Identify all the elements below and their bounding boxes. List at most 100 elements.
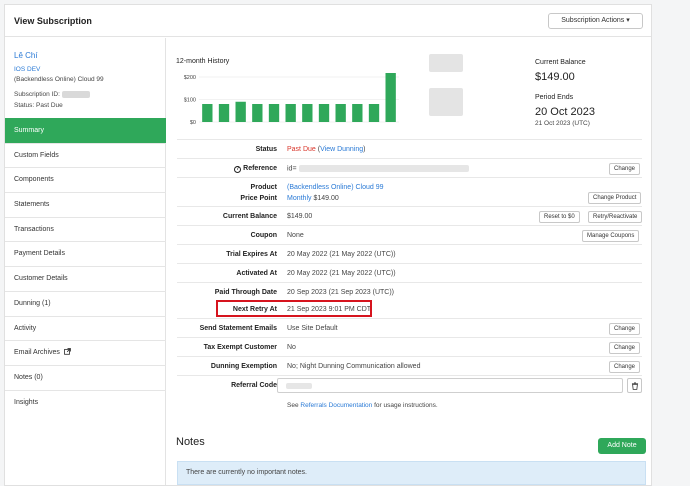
delete-referral-button[interactable] — [627, 378, 642, 393]
referrals-documentation-link[interactable]: Referrals Documentation — [300, 402, 372, 409]
notes-empty-message: There are currently no important notes. — [177, 461, 646, 485]
subscription-id: Subscription ID: — [14, 91, 90, 98]
reference-value-group: id= — [287, 165, 469, 172]
referral-code-label: Referral Code — [231, 382, 277, 389]
product-link[interactable]: (Backendless Online) Cloud 99 — [287, 184, 384, 191]
current-balance-value: $149.00 — [535, 71, 575, 83]
chart-tick-label: $200 — [184, 75, 196, 81]
status-value: Past Due — [287, 146, 316, 153]
sidebar-item-customer-details[interactable]: Customer Details — [5, 266, 166, 291]
product-label: Product — [250, 184, 277, 191]
chart-bar — [318, 104, 330, 122]
sidebar-item-label: Insights — [14, 398, 39, 406]
reference-change-button[interactable]: Change — [609, 163, 641, 175]
customer-plan: (Backendless Online) Cloud 99 — [14, 76, 104, 83]
page-title: View Subscription — [14, 16, 92, 26]
page-header: View Subscription Subscription Actions ▾ — [5, 5, 651, 37]
help-icon[interactable]: ? — [234, 166, 242, 173]
redacted-block — [429, 88, 463, 116]
sidebar-item-activity[interactable]: Activity — [5, 315, 166, 341]
change-product-button[interactable]: Change Product — [588, 192, 642, 204]
notes-title: Notes — [176, 436, 205, 448]
chart-bar — [285, 104, 296, 122]
subscription-status: Status: Past Due — [14, 102, 63, 109]
tax-exempt-value: No — [287, 344, 296, 351]
view-dunning-link[interactable]: View Dunning — [320, 146, 363, 153]
detail-row-coupon: Coupon None Manage Coupons — [177, 225, 642, 244]
sidebar-item-summary[interactable]: Summary — [5, 118, 166, 143]
reference-label-group: ? Reference — [234, 165, 277, 173]
chart-bar — [385, 73, 396, 122]
referral-hint-pre: See — [287, 402, 299, 409]
dunning-exemption-value: No; Night Dunning Communication allowed — [287, 363, 421, 370]
referral-code-input[interactable] — [277, 378, 623, 393]
current-balance-row-label: Current Balance — [222, 213, 277, 220]
chart-bar — [202, 104, 213, 122]
statement-emails-label: Send Statement Emails — [199, 325, 277, 332]
price-point-value-group: Monthly $149.00 — [287, 195, 339, 202]
retry-reactivate-button[interactable]: Retry/Reactivate — [588, 211, 643, 223]
sidebar-item-label: Transactions — [14, 225, 54, 233]
trial-expires-value: 20 May 2022 (21 May 2022 (UTC)) — [287, 251, 396, 258]
sidebar-nav: Summary Custom Fields Components Stateme… — [5, 118, 166, 414]
sidebar-item-email-archives[interactable]: Email Archives — [5, 340, 166, 365]
sidebar: Lê Chí IOS DEV (Backendless Online) Clou… — [5, 38, 166, 485]
sidebar-item-statements[interactable]: Statements — [5, 192, 166, 217]
history-title: 12-month History — [176, 58, 230, 65]
subscription-actions-button[interactable]: Subscription Actions ▾ — [548, 13, 643, 29]
chart-bar — [368, 104, 380, 122]
coupon-value: None — [287, 232, 304, 239]
trial-expires-label: Trial Expires At — [226, 251, 277, 258]
dunning-exemption-change-button[interactable]: Change — [609, 361, 641, 373]
manage-coupons-button[interactable]: Manage Coupons — [582, 230, 640, 242]
period-ends-utc: 21 Oct 2023 (UTC) — [535, 120, 590, 127]
period-ends-label: Period Ends — [535, 94, 574, 101]
detail-row-current-balance: Current Balance $149.00 Reset to $0 Retr… — [177, 206, 643, 225]
sidebar-item-label: Custom Fields — [14, 151, 59, 159]
sidebar-item-dunning[interactable]: Dunning (1) — [5, 290, 166, 316]
chart-bar — [335, 104, 346, 122]
sidebar-item-label: Customer Details — [14, 275, 68, 283]
sidebar-item-label: Notes (0) — [14, 373, 43, 381]
activated-label: Activated At — [236, 270, 277, 277]
sidebar-item-payment-details[interactable]: Payment Details — [5, 241, 166, 266]
add-note-button[interactable]: Add Note — [598, 438, 646, 454]
price-point-label: Price Point — [240, 195, 277, 202]
customer-name-link[interactable]: Lê Chí — [14, 51, 38, 60]
sidebar-item-custom-fields[interactable]: Custom Fields — [5, 142, 166, 168]
reference-label: Reference — [243, 165, 277, 172]
tax-exempt-change-button[interactable]: Change — [609, 342, 641, 354]
chart-bar — [218, 104, 230, 122]
redacted-reference — [298, 165, 469, 172]
sidebar-item-label: Activity — [14, 324, 37, 332]
statement-emails-change-button[interactable]: Change — [609, 323, 641, 335]
paid-through-value: 20 Sep 2023 (21 Sep 2023 (UTC)) — [287, 289, 395, 296]
price-point-link[interactable]: Monthly — [287, 195, 312, 202]
coupon-label: Coupon — [250, 232, 277, 239]
external-link-icon — [63, 348, 71, 355]
sidebar-item-components[interactable]: Components — [5, 167, 166, 192]
sidebar-item-label: Payment Details — [14, 250, 65, 258]
detail-row-trial-expires: Trial Expires At 20 May 2022 (21 May 202… — [177, 244, 642, 263]
reference-value: id= — [287, 165, 297, 173]
status-value-group: Past Due (View Dunning) — [287, 146, 366, 153]
sidebar-item-insights[interactable]: Insights — [5, 389, 166, 415]
chart-bar — [268, 104, 280, 122]
highlight-box — [216, 300, 372, 317]
current-balance-label: Current Balance — [535, 59, 586, 66]
sidebar-item-transactions[interactable]: Transactions — [5, 216, 166, 242]
subscription-panel: View Subscription Subscription Actions ▾… — [4, 4, 652, 486]
trash-icon — [631, 382, 639, 390]
tax-exempt-label: Tax Exempt Customer — [203, 344, 277, 351]
chart-bar — [302, 104, 313, 122]
sidebar-item-notes[interactable]: Notes (0) — [5, 364, 166, 390]
sidebar-item-label: Email Archives — [14, 349, 60, 357]
chart-bar — [352, 104, 363, 122]
customer-org-link[interactable]: IOS DEV — [14, 66, 40, 73]
chart-tick-label: $100 — [184, 98, 196, 104]
reset-balance-button[interactable]: Reset to $0 — [539, 211, 580, 223]
detail-row-paid-through: Paid Through Date 20 Sep 2023 (21 Sep 20… — [177, 282, 642, 301]
dunning-exemption-label: Dunning Exemption — [210, 363, 277, 370]
detail-row-product: Product (Backendless Online) Cloud 99 Pr… — [177, 177, 642, 206]
detail-row-reference: ? Reference id= Change — [177, 158, 642, 177]
